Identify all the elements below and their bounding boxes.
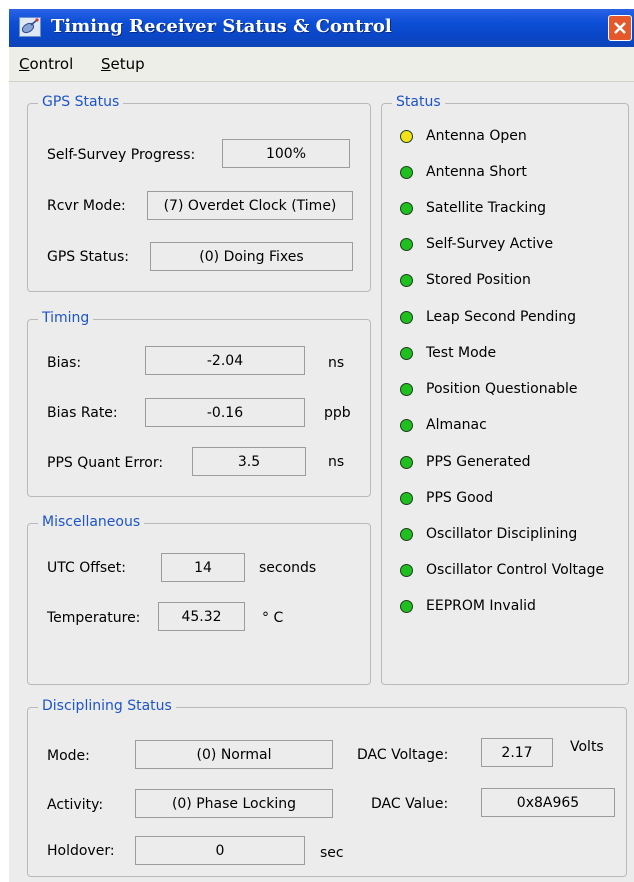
menu-setup[interactable]: Setup [101, 55, 145, 73]
main-panel: GPS Status Self-Survey Progress: 100% Rc… [9, 82, 634, 882]
dac-voltage-unit: Volts [570, 739, 604, 755]
gps-status-group: GPS Status Self-Survey Progress: 100% Rc… [27, 94, 371, 292]
menu-control[interactable]: Control [19, 55, 73, 73]
dac-voltage-field: 2.17 [481, 738, 553, 767]
bias-unit: ns [328, 355, 345, 371]
status-item-label: Test Mode [426, 345, 497, 361]
status-item-label: Oscillator Disciplining [426, 526, 578, 542]
rcvr-mode-field: (7) Overdet Clock (Time) [147, 191, 353, 220]
rcvr-mode-label: Rcvr Mode: [47, 198, 126, 214]
status-led-icon [400, 166, 413, 179]
utc-offset-unit: seconds [259, 560, 317, 576]
status-item-label: Stored Position [426, 272, 531, 288]
mode-label: Mode: [47, 748, 90, 764]
bias-rate-field: -0.16 [145, 398, 305, 427]
status-group: Status Antenna Open Antenna Short Satellit… [381, 94, 629, 685]
timing-legend: Timing [38, 310, 94, 326]
pps-quant-error-field: 3.5 [192, 447, 306, 476]
pps-quant-error-unit: ns [328, 454, 345, 470]
menu-bar: Control Setup [9, 47, 634, 82]
activity-label: Activity: [47, 797, 104, 813]
bias-rate-unit: ppb [324, 405, 351, 421]
status-led-icon [400, 456, 413, 469]
status-item-label: PPS Good [426, 490, 494, 506]
status-item-label: Leap Second Pending [426, 309, 577, 325]
title-bar[interactable]: Timing Receiver Status & Control [9, 9, 634, 47]
utc-offset-label: UTC Offset: [47, 560, 126, 576]
close-icon [614, 22, 626, 34]
status-item-label: Almanac [426, 417, 487, 433]
gps-status-label: GPS Status: [47, 249, 129, 265]
temperature-unit: ° C [262, 610, 284, 626]
status-led-icon [400, 130, 413, 143]
dac-value-field: 0x8A965 [481, 788, 615, 817]
status-led-icon [400, 274, 413, 287]
holdover-label: Holdover: [47, 843, 115, 859]
status-led-icon [400, 600, 413, 613]
utc-offset-field: 14 [161, 553, 245, 582]
bias-label: Bias: [47, 355, 82, 371]
dac-voltage-label: DAC Voltage: [357, 747, 449, 763]
temperature-label: Temperature: [47, 610, 141, 626]
disciplining-status-group: Disciplining Status Mode: (0) Normal Act… [27, 698, 627, 877]
status-led-icon [400, 419, 413, 432]
pps-quant-error-label: PPS Quant Error: [47, 455, 164, 471]
status-item-label: Oscillator Control Voltage [426, 562, 605, 578]
bias-field: -2.04 [145, 346, 305, 375]
status-led-icon [400, 311, 413, 324]
bias-rate-label: Bias Rate: [47, 405, 118, 421]
status-item-label: PPS Generated [426, 454, 531, 470]
status-led-icon [400, 528, 413, 541]
status-led-icon [400, 347, 413, 360]
dac-value-label: DAC Value: [371, 796, 449, 812]
status-item-label: Self-Survey Active [426, 236, 554, 252]
close-button[interactable] [608, 15, 632, 41]
self-survey-label: Self-Survey Progress: [47, 147, 196, 163]
status-item-label: Satellite Tracking [426, 200, 547, 216]
activity-field: (0) Phase Locking [135, 789, 333, 818]
miscellaneous-legend: Miscellaneous [38, 514, 145, 530]
self-survey-field: 100% [222, 139, 350, 168]
gps-status-legend: GPS Status [38, 94, 124, 110]
gps-status-field: (0) Doing Fixes [150, 242, 353, 271]
holdover-unit: sec [320, 845, 344, 861]
status-legend: Status [392, 94, 445, 110]
status-led-icon [400, 238, 413, 251]
window-title: Timing Receiver Status & Control [51, 16, 392, 37]
status-item-label: Antenna Open [426, 128, 527, 144]
app-window: Timing Receiver Status & Control Control… [0, 0, 634, 882]
status-item-label: Antenna Short [426, 164, 527, 180]
status-led-icon [400, 564, 413, 577]
status-led-icon [400, 492, 413, 505]
status-led-icon [400, 202, 413, 215]
status-item-label: Position Questionable [426, 381, 578, 397]
disciplining-status-legend: Disciplining Status [38, 698, 176, 714]
status-led-icon [400, 383, 413, 396]
holdover-field: 0 [135, 836, 305, 865]
satellite-app-icon [19, 17, 41, 37]
timing-group: Timing Bias: -2.04 ns Bias Rate: -0.16 p… [27, 310, 371, 497]
temperature-field: 45.32 [158, 602, 245, 631]
miscellaneous-group: Miscellaneous UTC Offset: 14 seconds Tem… [27, 514, 371, 685]
mode-field: (0) Normal [135, 740, 333, 769]
status-item-label: EEPROM Invalid [426, 598, 536, 614]
